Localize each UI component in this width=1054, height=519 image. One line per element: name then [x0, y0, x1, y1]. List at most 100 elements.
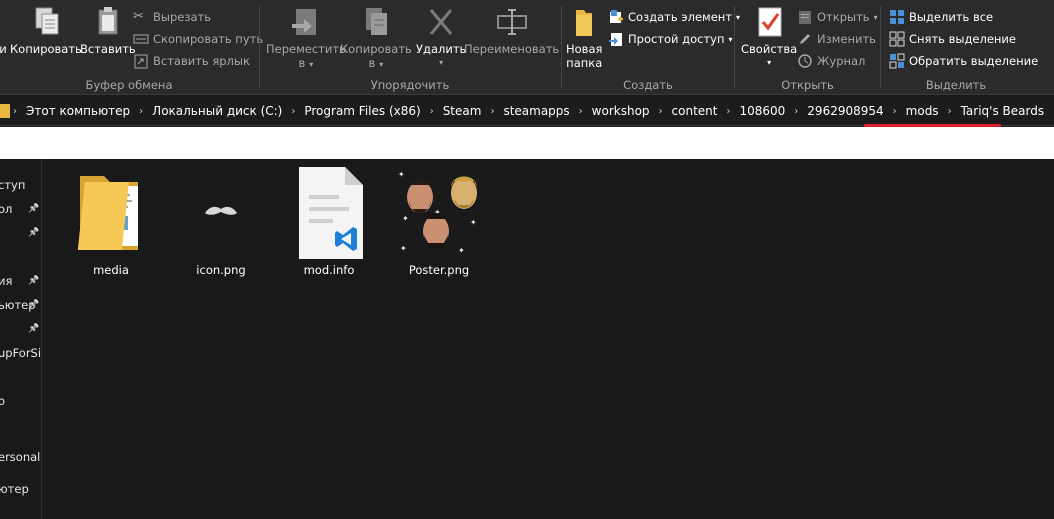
edit-label: Изменить	[817, 32, 876, 46]
address-bar[interactable]: › Этот компьютер › Локальный диск (C:) › Prog…	[0, 96, 1054, 126]
organize-group-label: Упорядочить	[370, 78, 450, 92]
pin-icon[interactable]: 📌	[28, 228, 39, 238]
open-group: Свойства ▾ Открыть ▾ Изменить Журнал Отк…	[735, 0, 880, 95]
delete-button[interactable]: Удалить ▾	[416, 4, 466, 70]
vscode-file-icon	[299, 167, 363, 259]
breadcrumb-chevron-icon[interactable]: ›	[136, 106, 146, 117]
nav-item-label: о	[0, 394, 5, 408]
easy-access-button[interactable]: Простой доступ ▾	[608, 29, 733, 49]
scissors-icon: ✂	[133, 9, 144, 24]
pin-quick-access-button[interactable]: и	[0, 4, 10, 56]
breadcrumb-item[interactable]: 2962908954	[801, 104, 889, 118]
select-all-icon	[890, 10, 904, 24]
file-list: media icon.png mod.info ✦ ✦ ✦ ✦ ✦ ✦ Post…	[43, 159, 1054, 519]
breadcrumb-item[interactable]: content	[666, 104, 724, 118]
edit-button[interactable]: Изменить	[797, 29, 876, 49]
new-item-icon	[610, 10, 623, 23]
move-to-icon	[291, 9, 316, 35]
pin-icon[interactable]: 📌	[28, 324, 39, 334]
copy-to-button[interactable]: Копировать в ▾	[340, 4, 412, 72]
select-all-label: Выделить все	[909, 10, 994, 24]
breadcrumb-item[interactable]: workshop	[586, 104, 656, 118]
nav-item[interactable]: ютер	[0, 482, 41, 500]
easy-access-icon	[609, 33, 622, 46]
breadcrumb-chevron-icon[interactable]: ›	[487, 106, 497, 117]
open-button[interactable]: Открыть ▾	[797, 7, 878, 27]
open-group-label: Открыть	[781, 78, 834, 92]
select-none-label: Снять выделение	[909, 32, 1016, 46]
nav-item[interactable]: ступ	[0, 178, 41, 196]
breadcrumb-item[interactable]: Этот компьютер	[20, 104, 136, 118]
breadcrumb-chevron-icon[interactable]: ›	[723, 106, 733, 117]
easy-access-caret-icon: ▾	[728, 34, 733, 44]
cut-label: Вырезать	[153, 10, 211, 24]
breadcrumb-item[interactable]: Program Files (x86)	[298, 104, 426, 118]
file-name: mod.info	[303, 263, 355, 277]
history-label: Журнал	[817, 54, 866, 68]
copy-label: Копировать	[10, 42, 82, 56]
breadcrumb-chevron-icon[interactable]: ›	[890, 106, 900, 117]
nav-item[interactable]: о	[0, 394, 41, 412]
file-item-media[interactable]: media	[63, 165, 159, 277]
file-item-poster-png[interactable]: ✦✦✦ ✦✦✦ ✦✦✦	[391, 165, 487, 277]
rename-button[interactable]: Переименовать	[464, 4, 559, 56]
properties-label: Свойства	[741, 42, 798, 56]
move-to-button[interactable]: Переместить в ▾	[266, 4, 346, 72]
breadcrumb-chevron-icon[interactable]: ›	[656, 106, 666, 117]
breadcrumb-chevron-icon[interactable]: ›	[945, 106, 955, 117]
breadcrumb-chevron-icon[interactable]: ›	[1050, 106, 1054, 117]
invert-selection-button[interactable]: Обратить выделение	[889, 51, 1038, 71]
copy-button[interactable]: Копировать	[10, 4, 82, 56]
breadcrumb-chevron-icon[interactable]: ›	[427, 106, 437, 117]
copy-path-button[interactable]: Скопировать путь	[133, 29, 263, 49]
svg-text:✦: ✦	[458, 246, 465, 255]
nav-item[interactable]: upForSir	[0, 346, 42, 364]
nav-item-label: ersonal	[0, 450, 41, 464]
new-item-button[interactable]: Создать элемент ▾	[608, 7, 740, 27]
properties-caret-icon: ▾	[767, 58, 772, 67]
select-none-button[interactable]: Снять выделение	[889, 29, 1016, 49]
copy-icon	[35, 7, 59, 35]
new-folder-label-2: папка	[566, 56, 603, 70]
breadcrumb-chevron-icon[interactable]: ›	[791, 106, 801, 117]
clipboard-group-label: Буфер обмена	[85, 78, 173, 92]
folder-mini-icon	[0, 104, 10, 118]
svg-text:✦: ✦	[470, 218, 477, 227]
cut-button[interactable]: ✂ Вырезать	[133, 7, 211, 27]
breadcrumb-chevron-icon[interactable]: ›	[288, 106, 298, 117]
navigation-pane: ступол📌📌ия📌ьютер📌📌upForSirоersonalютер	[0, 159, 42, 519]
nav-item-label: upForSir	[0, 346, 42, 360]
file-name: Poster.png	[408, 263, 470, 277]
pin-icon[interactable]: 📌	[28, 300, 39, 310]
pin-icon[interactable]: 📌	[28, 276, 39, 286]
svg-text:✦: ✦	[398, 170, 405, 179]
new-folder-button[interactable]: Новая папка	[566, 4, 602, 70]
breadcrumb-item[interactable]: steamapps	[497, 104, 575, 118]
paste-icon	[98, 7, 118, 35]
breadcrumb-item[interactable]: 108600	[733, 104, 791, 118]
history-button[interactable]: Журнал	[797, 51, 865, 71]
file-item-icon-png[interactable]: icon.png	[173, 165, 269, 277]
breadcrumb-chevron-icon[interactable]: ›	[576, 106, 586, 117]
select-none-icon	[889, 31, 905, 47]
folder-icon	[77, 176, 138, 250]
breadcrumb-item[interactable]: Tariq's Beards	[955, 104, 1051, 118]
file-name: icon.png	[196, 263, 246, 277]
file-item-mod-info[interactable]: mod.info	[281, 165, 377, 277]
pin-icon[interactable]: 📌	[28, 204, 39, 214]
breadcrumb-chevron-icon[interactable]: ›	[10, 106, 20, 117]
breadcrumb-item[interactable]: Steam	[437, 104, 488, 118]
paste-button[interactable]: Вставить	[80, 4, 136, 56]
create-group-label: Создать	[623, 78, 673, 92]
breadcrumb-item[interactable]: mods	[900, 104, 945, 118]
organize-group: Переместить в▾ Копировать в▾ Удалить ▾	[260, 0, 560, 95]
rename-label: Переименовать	[464, 42, 560, 56]
properties-button[interactable]: Свойства ▾	[741, 4, 797, 70]
select-all-button[interactable]: Выделить все	[889, 7, 993, 27]
paste-shortcut-button[interactable]: Вставить ярлык	[133, 51, 250, 71]
breadcrumb-item[interactable]: Локальный диск (C:)	[146, 104, 288, 118]
svg-text:✦: ✦	[400, 244, 407, 253]
mustache-icon	[205, 206, 237, 215]
nav-item[interactable]: ersonal	[0, 450, 41, 468]
open-icon	[799, 11, 811, 24]
